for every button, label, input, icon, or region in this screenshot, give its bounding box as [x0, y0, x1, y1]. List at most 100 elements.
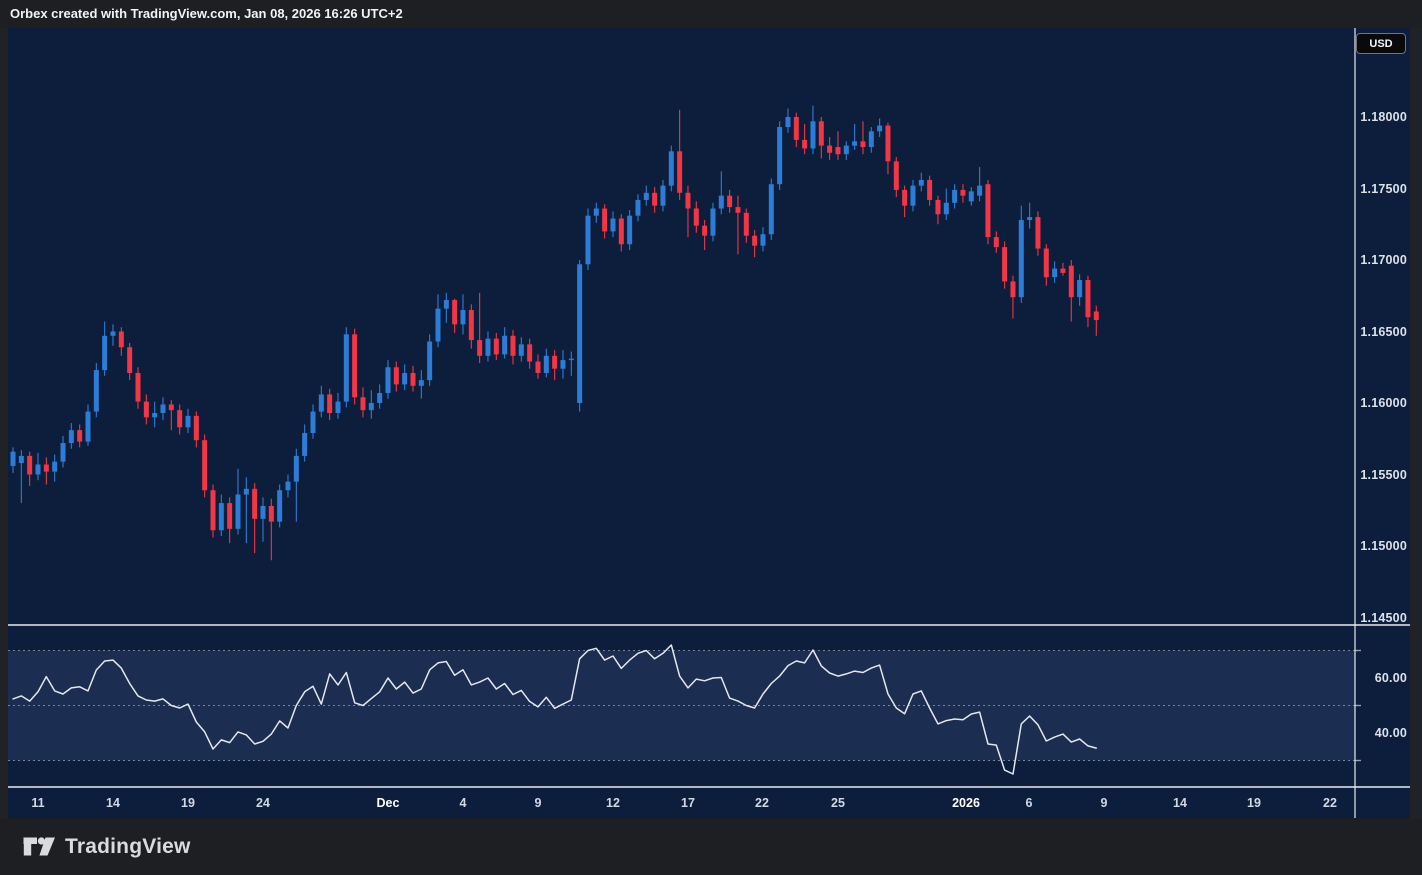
candle: [160, 397, 165, 420]
candle: [319, 386, 324, 417]
price-axis-label: 1.17500: [1355, 181, 1407, 197]
candle: [785, 108, 790, 132]
candle: [244, 477, 249, 543]
candle: [427, 334, 432, 385]
rsi-axis-label: 40.00: [1355, 725, 1407, 741]
candle: [677, 110, 682, 200]
candle: [760, 227, 765, 251]
candle: [777, 121, 782, 190]
candle: [27, 452, 32, 486]
candle: [35, 453, 40, 480]
candle: [1027, 203, 1032, 229]
candle: [235, 469, 240, 535]
candle: [302, 424, 307, 461]
candle: [219, 495, 224, 536]
candle: [11, 447, 16, 473]
candle: [552, 350, 557, 380]
candle: [852, 124, 857, 150]
candle: [444, 293, 449, 323]
price-axis-label: 1.15000: [1355, 538, 1407, 554]
price-axis-label: 1.17000: [1355, 252, 1407, 268]
candle: [560, 350, 565, 379]
candle: [260, 497, 265, 541]
candle: [352, 329, 357, 405]
candle: [610, 211, 615, 237]
candle: [377, 384, 382, 408]
time-axis-label: 14: [1152, 788, 1208, 818]
candle: [944, 189, 949, 220]
candle: [802, 124, 807, 154]
candle: [885, 123, 890, 174]
candle: [585, 209, 590, 270]
candle: [727, 190, 732, 213]
chart-panel[interactable]: USD 1.180001.175001.170001.165001.160001…: [8, 28, 1410, 818]
time-axis-label: 22: [734, 788, 790, 818]
time-axis-label: 2026: [938, 788, 994, 818]
candle: [502, 327, 507, 358]
candle: [1060, 263, 1065, 276]
candle: [1094, 306, 1099, 336]
currency-toggle-button[interactable]: USD: [1356, 33, 1406, 54]
candle: [510, 330, 515, 364]
attribution-bar: Orbex created with TradingView.com, Jan …: [0, 0, 1422, 28]
candle: [694, 201, 699, 232]
time-axis-label: 11: [10, 788, 66, 818]
candle: [977, 167, 982, 201]
time-axis-label: 4: [435, 788, 491, 818]
candle: [285, 475, 290, 498]
candle: [460, 294, 465, 334]
time-axis-label: 24: [235, 788, 291, 818]
candle: [702, 220, 707, 250]
candle: [360, 387, 365, 417]
candle: [660, 180, 665, 211]
candle: [135, 367, 140, 408]
candle: [394, 362, 399, 392]
tradingview-logo-icon[interactable]: [22, 834, 56, 859]
candle: [1035, 211, 1040, 255]
candle: [927, 176, 932, 206]
time-axis-label: 12: [585, 788, 641, 818]
candle: [519, 337, 524, 361]
candle: [827, 137, 832, 160]
candle: [919, 173, 924, 192]
candle: [535, 354, 540, 378]
time-axis-label: 19: [160, 788, 216, 818]
candle: [119, 327, 124, 356]
candle: [335, 393, 340, 419]
candle: [294, 449, 299, 522]
time-axis-label: 19: [1226, 788, 1282, 818]
candle: [344, 327, 349, 407]
brand-name[interactable]: TradingView: [65, 835, 191, 859]
candle: [1077, 274, 1082, 305]
candle: [77, 424, 82, 447]
candle: [810, 106, 815, 155]
candle: [835, 131, 840, 160]
price-axis-label: 1.14500: [1355, 610, 1407, 626]
candle: [960, 184, 965, 203]
candle: [269, 499, 274, 560]
candle: [844, 141, 849, 160]
candle: [627, 210, 632, 250]
candle: [210, 485, 215, 538]
candle: [910, 180, 915, 211]
candle: [969, 187, 974, 206]
candle: [177, 404, 182, 434]
time-axis-label: 9: [510, 788, 566, 818]
candle: [894, 157, 899, 197]
candlestick-rsi-chart[interactable]: [8, 28, 1410, 818]
candle: [652, 187, 657, 213]
candle: [85, 404, 90, 445]
candle: [202, 434, 207, 497]
candle: [69, 423, 74, 449]
rsi-axis-label: 60.00: [1355, 670, 1407, 686]
candle: [144, 394, 149, 424]
price-axis-label: 1.15500: [1355, 467, 1407, 483]
candle: [744, 209, 749, 243]
time-axis[interactable]: 11141924Dec4912172225202669141922: [8, 788, 1410, 818]
candle: [402, 364, 407, 390]
candle: [310, 404, 315, 438]
candle: [152, 402, 157, 428]
candle: [435, 294, 440, 347]
candle: [485, 332, 490, 362]
candle: [602, 204, 607, 238]
